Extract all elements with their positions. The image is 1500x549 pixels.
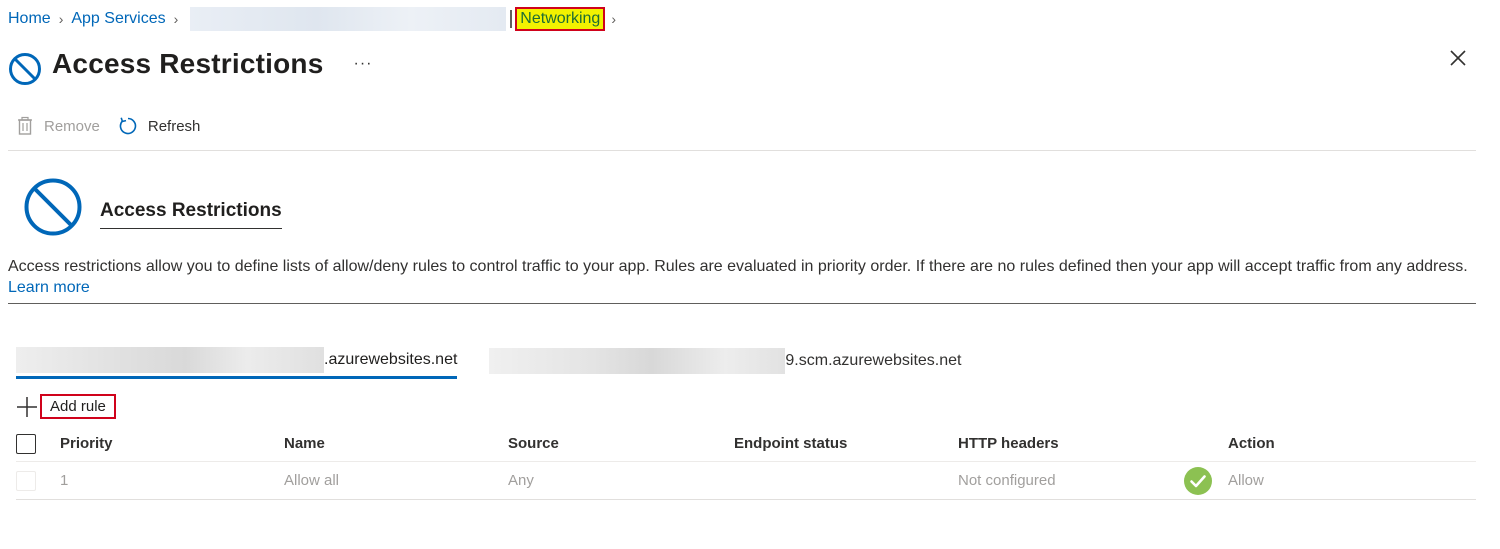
column-header-name[interactable]: Name [284,435,508,452]
divider [8,150,1476,151]
divider [8,303,1476,304]
trash-icon [18,116,32,135]
breadcrumb-redacted-app-name[interactable] [190,7,507,31]
tab-redacted-hostname [489,348,786,374]
refresh-button[interactable]: Refresh [118,116,201,136]
select-all-checkbox[interactable] [16,433,36,454]
page-title: Access Restrictions [52,48,324,79]
column-header-priority[interactable]: Priority [52,435,284,452]
tab-scm-site-label: 9.scm.azurewebsites.net [785,352,962,369]
learn-more-link[interactable]: Learn more [8,279,90,296]
description-text: Access restrictions allow you to define … [8,258,1468,275]
cell-priority: 1 [60,472,69,489]
table-row[interactable]: 1 Allow all Any Not configured Allow [16,462,1476,500]
chevron-right-icon: › [173,11,179,27]
remove-button[interactable]: Remove [16,116,100,136]
checkmark-circle-icon [1184,467,1212,495]
refresh-icon [119,117,137,135]
column-header-http-headers[interactable]: HTTP headers [958,435,1228,452]
cell-source: Any [508,472,534,489]
breadcrumb-networking[interactable]: Networking [515,7,606,31]
add-rule-label: Add rule [40,394,116,419]
close-icon[interactable] [1448,48,1468,68]
remove-button-label: Remove [44,117,100,135]
refresh-button-label: Refresh [147,117,201,135]
breadcrumb-app-services[interactable]: App Services [71,10,165,28]
add-rule-button[interactable]: Add rule [16,394,116,419]
row-checkbox[interactable] [16,470,36,491]
plus-icon [17,396,37,417]
tab-scm-site[interactable]: 9.scm.azurewebsites.net [489,343,961,379]
column-header-action[interactable]: Action [1228,435,1428,452]
page-header: Access Restrictions ··· [8,42,372,86]
breadcrumb-home[interactable]: Home [8,10,51,28]
cell-name: Allow all [284,472,340,489]
column-header-source[interactable]: Source [508,435,734,452]
rules-table: Priority Name Source Endpoint status HTT… [16,426,1476,500]
column-header-endpoint-status[interactable]: Endpoint status [734,435,958,452]
tab-main-site[interactable]: .azurewebsites.net [16,343,458,379]
table-header: Priority Name Source Endpoint status HTT… [16,426,1476,462]
tab-main-site-label: .azurewebsites.net [324,350,458,368]
no-entry-icon [24,178,82,236]
more-options-button[interactable]: ··· [353,55,372,73]
site-tabs: .azurewebsites.net 9.scm.azurewebsites.n… [16,343,961,379]
breadcrumb-divider [510,10,513,28]
no-entry-icon [9,53,41,85]
tab-redacted-hostname [16,346,324,373]
command-bar: Remove Refresh [16,116,200,136]
section-heading: Access Restrictions [100,200,282,229]
cell-action: Allow [1228,472,1264,489]
chevron-right-icon: › [611,11,616,27]
section-description: Access restrictions allow you to define … [8,256,1478,298]
chevron-right-icon: › [58,11,64,27]
breadcrumb: Home › App Services › Networking › [8,7,616,31]
